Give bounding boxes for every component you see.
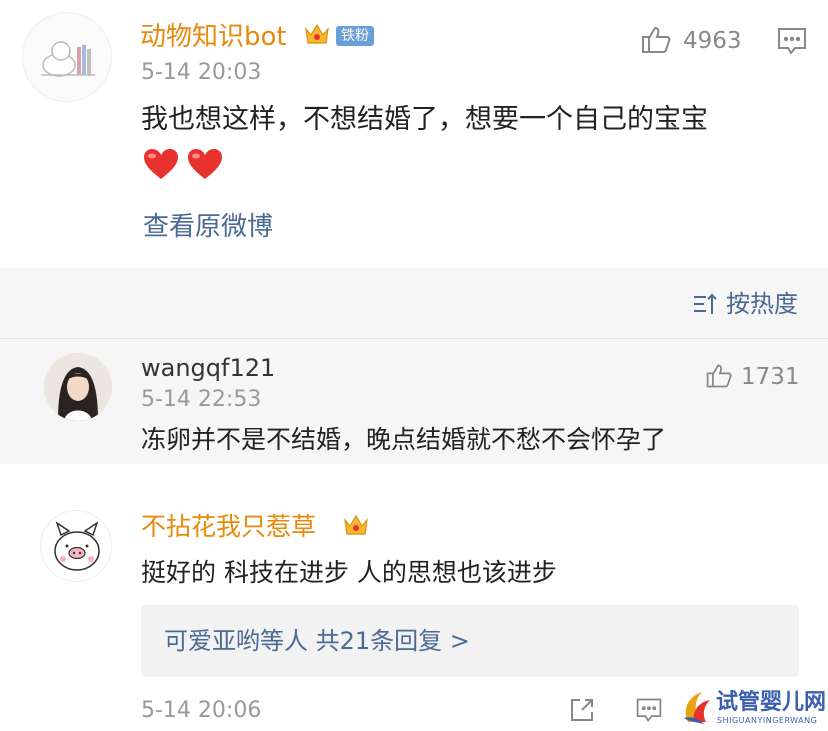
post-time: 5-14 20:03 bbox=[141, 60, 262, 85]
crown-icon bbox=[342, 511, 370, 539]
comment-time: 5-14 22:53 bbox=[141, 387, 262, 412]
heart-icon bbox=[142, 147, 180, 181]
watermark-logo-icon bbox=[680, 688, 714, 726]
comment-icon[interactable] bbox=[634, 696, 664, 724]
post-author-name[interactable]: 动物知识bot bbox=[140, 22, 287, 52]
comment-text: 冻卵并不是不结婚，晚点结婚就不愁不会怀孕了 bbox=[141, 425, 667, 454]
crown-icon bbox=[303, 20, 331, 48]
share-icon[interactable] bbox=[568, 696, 596, 724]
comment-time: 5-14 20:06 bbox=[141, 698, 262, 723]
watermark-subtitle: SHIGUANYINGERWANG bbox=[717, 716, 818, 725]
replies-link[interactable]: 可爱亚哟等人 共21条回复 > bbox=[164, 626, 470, 656]
like-icon[interactable] bbox=[640, 24, 672, 56]
like-icon[interactable] bbox=[705, 362, 733, 390]
post-author-avatar[interactable] bbox=[22, 12, 112, 102]
commenter-avatar[interactable] bbox=[44, 353, 112, 421]
fan-badge: 铁粉 bbox=[336, 26, 374, 46]
commenter-name[interactable]: 不拈花我只惹草 bbox=[141, 512, 316, 542]
commenter-name[interactable]: wangqf121 bbox=[141, 354, 275, 382]
commenter-avatar[interactable] bbox=[40, 510, 112, 582]
watermark-title: 试管婴儿网 bbox=[716, 689, 827, 715]
sort-icon[interactable] bbox=[692, 292, 718, 316]
view-original-link[interactable]: 查看原微博 bbox=[143, 212, 273, 242]
comment-icon[interactable] bbox=[776, 25, 808, 57]
post-text: 我也想这样，不想结婚了，想要一个自己的宝宝 bbox=[141, 104, 708, 135]
sort-by-hot[interactable]: 按热度 bbox=[726, 289, 798, 319]
heart-icon bbox=[186, 147, 224, 181]
comment-text: 挺好的 科技在进步 人的思想也该进步 bbox=[141, 558, 557, 587]
comment-like-count: 1731 bbox=[741, 364, 800, 390]
post-like-count: 4963 bbox=[683, 28, 742, 54]
